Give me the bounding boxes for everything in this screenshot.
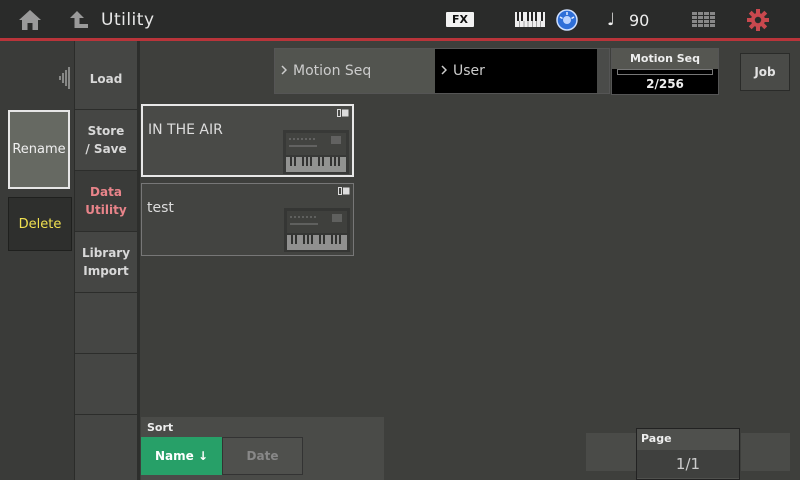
tab-empty-3 — [75, 415, 137, 475]
tempo-value[interactable]: 90 — [629, 11, 649, 30]
page-prev-button[interactable] — [586, 433, 636, 471]
counter-label: Motion Seq — [612, 49, 718, 69]
page-value: 1/1 — [637, 450, 739, 478]
side-tab-column: Load Store / Save Data Utility Library I… — [74, 41, 140, 480]
file-item[interactable]: test — [141, 183, 354, 256]
rename-button[interactable]: Rename — [8, 110, 70, 189]
sort-label: Sort — [147, 421, 174, 434]
fx-indicator[interactable]: FX — [446, 12, 474, 27]
synth-keyboard-icon — [283, 130, 349, 174]
path-segment-user[interactable]: User — [435, 49, 597, 93]
path-segment-label: Motion Seq — [293, 63, 372, 79]
keyboard-icon[interactable] — [515, 12, 545, 27]
home-icon[interactable] — [18, 9, 42, 31]
sort-by-name-button[interactable]: Name ↓ — [141, 437, 222, 475]
dial-icon[interactable] — [556, 9, 578, 31]
synth-keyboard-icon — [284, 208, 350, 252]
tab-load[interactable]: Load — [75, 49, 137, 110]
counter-value: 2/256 — [646, 77, 684, 91]
file-item[interactable]: IN THE AIR — [141, 104, 354, 177]
delete-button[interactable]: Delete — [8, 197, 72, 251]
tab-empty-2 — [75, 354, 137, 415]
user-tag-icon — [338, 187, 350, 195]
speaker-icon — [59, 67, 70, 89]
path-breadcrumb: Motion Seq User — [274, 48, 610, 94]
tab-data-utility[interactable]: Data Utility — [75, 171, 137, 232]
grid-icon[interactable] — [692, 12, 716, 28]
tab-library-import[interactable]: Library Import — [75, 232, 137, 293]
counter-usage-bar — [617, 69, 713, 75]
motion-seq-counter: Motion Seq 2/256 — [611, 48, 719, 95]
page-next-button[interactable] — [741, 433, 790, 471]
tab-store-save[interactable]: Store / Save — [75, 110, 137, 171]
top-bar: Utility FX ♩ 90 — [0, 0, 800, 41]
tab-empty-1 — [75, 293, 137, 354]
page-indicator: Page 1/1 — [636, 428, 740, 480]
job-button[interactable]: Job — [740, 53, 790, 91]
sort-panel: Sort Name ↓ Date — [141, 417, 384, 480]
left-action-column — [0, 41, 74, 480]
path-segment-label: User — [453, 63, 485, 79]
chevron-right-icon — [441, 65, 447, 75]
user-tag-icon — [337, 109, 349, 117]
sort-by-date-button[interactable]: Date — [222, 437, 303, 475]
page-label: Page — [641, 432, 672, 445]
file-name: IN THE AIR — [148, 122, 223, 138]
page-title: Utility — [101, 10, 155, 30]
chevron-right-icon — [281, 65, 287, 75]
gear-icon[interactable] — [747, 9, 769, 31]
path-scrollbar[interactable] — [597, 49, 609, 93]
up-arrow-icon[interactable] — [68, 9, 90, 31]
note-icon: ♩ — [607, 10, 616, 30]
path-segment-motion-seq[interactable]: Motion Seq — [275, 49, 435, 93]
file-name: test — [147, 200, 174, 216]
